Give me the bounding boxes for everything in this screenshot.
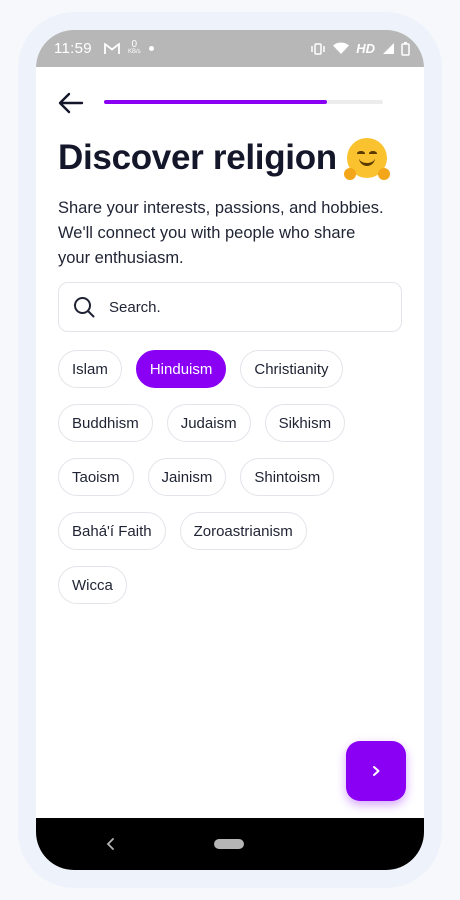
chip-wicca[interactable]: Wicca	[58, 566, 127, 604]
religion-chip-list: Islam Hinduism Christianity Buddhism Judaism…	[58, 350, 408, 620]
phone-screen: 11:59 0 KB/s HD Discover religion Share …	[36, 30, 424, 870]
arrow-left-icon[interactable]	[58, 90, 84, 116]
search-input[interactable]	[109, 298, 359, 316]
signal-icon	[383, 43, 394, 54]
nav-back-icon[interactable]	[104, 834, 118, 854]
search-icon	[74, 297, 95, 318]
chip-christianity[interactable]: Christianity	[240, 350, 343, 388]
chip-row: Bahá'í Faith Zoroastrianism	[58, 512, 408, 550]
vibrate-icon	[311, 42, 325, 55]
chip-zoroastrianism[interactable]: Zoroastrianism	[179, 512, 307, 550]
progress-bar	[104, 100, 383, 104]
search-box[interactable]	[58, 282, 402, 332]
system-nav-bar	[36, 818, 424, 870]
chevron-right-icon	[373, 766, 380, 776]
next-button[interactable]	[346, 741, 406, 801]
chip-jainism[interactable]: Jainism	[147, 458, 227, 496]
chip-judaism[interactable]: Judaism	[166, 404, 251, 442]
chip-taoism[interactable]: Taoism	[58, 458, 134, 496]
progress-bar-fill	[104, 100, 328, 104]
chip-row: Islam Hinduism Christianity	[58, 350, 408, 388]
chip-row: Wicca	[58, 566, 408, 604]
chip-bah-faith[interactable]: Bahá'í Faith	[58, 512, 166, 550]
network-speed: 0 KB/s	[127, 39, 141, 56]
chip-hinduism[interactable]: Hinduism	[135, 350, 227, 388]
battery-icon	[401, 41, 410, 56]
status-bar: 11:59 0 KB/s HD	[36, 30, 424, 67]
nav-home-pill[interactable]	[214, 839, 244, 849]
chip-row: Taoism Jainism Shintoism	[58, 458, 408, 496]
wifi-icon	[333, 42, 350, 54]
chip-sikhism[interactable]: Sikhism	[264, 404, 346, 442]
hugging-face-emoji	[343, 138, 390, 180]
page-title-row: Discover religion	[58, 138, 408, 180]
dot-icon	[148, 46, 154, 51]
status-time: 11:59	[54, 40, 92, 57]
network-type-label: HD	[356, 41, 375, 56]
page-subtitle: Share your interests, passions, and hobb…	[58, 199, 384, 267]
gmail-icon	[104, 42, 120, 54]
page-title: Discover religion	[58, 138, 337, 177]
network-speed-value: 0	[131, 39, 138, 50]
network-speed-unit: KB/s	[127, 49, 141, 55]
chip-islam[interactable]: Islam	[58, 350, 122, 388]
chip-buddhism[interactable]: Buddhism	[58, 404, 153, 442]
chip-row: Buddhism Judaism Sikhism	[58, 404, 408, 442]
chip-shintoism[interactable]: Shintoism	[240, 458, 335, 496]
